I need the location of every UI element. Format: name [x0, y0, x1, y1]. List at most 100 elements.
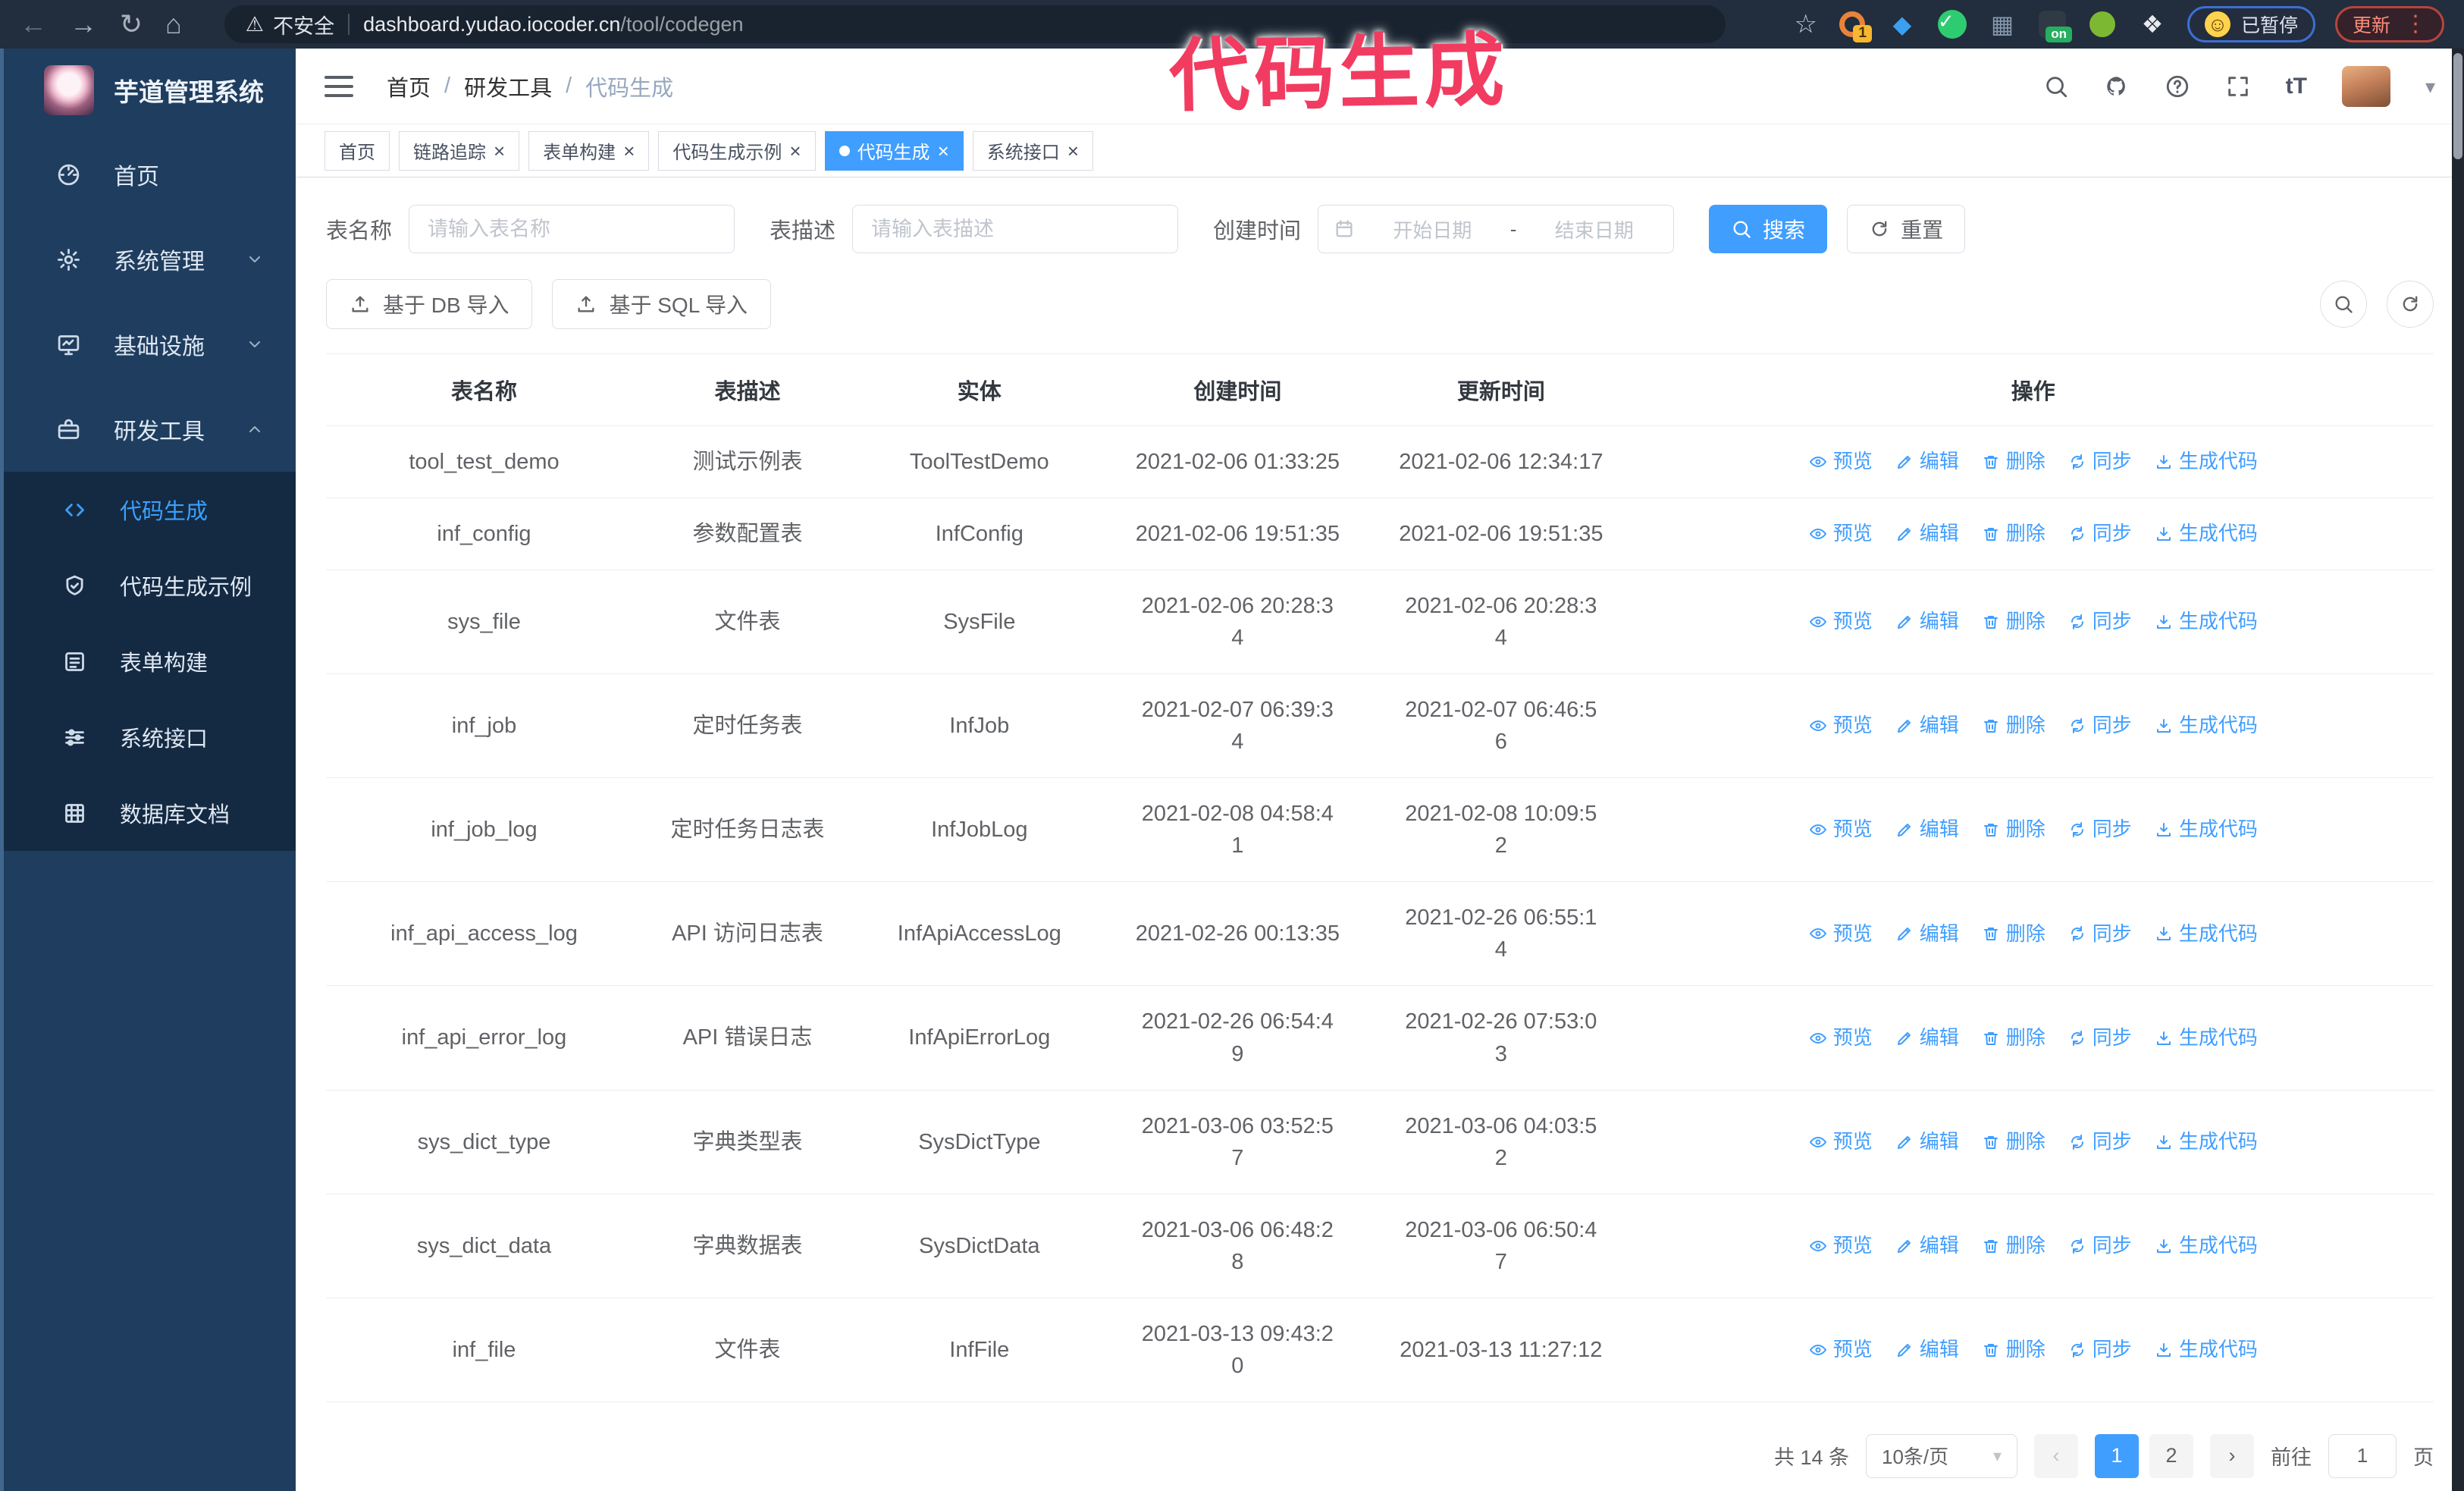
close-icon[interactable]: ×	[623, 141, 635, 161]
page-size-select[interactable]: 10条/页 ▾	[1866, 1433, 2017, 1478]
action-预览[interactable]: 预览	[1809, 1024, 1873, 1053]
sidebar-item-研发工具[interactable]: 研发工具	[0, 387, 296, 472]
action-编辑[interactable]: 编辑	[1895, 519, 1959, 548]
action-同步[interactable]: 同步	[2068, 1232, 2132, 1260]
action-删除[interactable]: 删除	[1982, 1128, 2045, 1157]
action-删除[interactable]: 删除	[1982, 1232, 2045, 1260]
action-预览[interactable]: 预览	[1809, 711, 1873, 740]
action-编辑[interactable]: 编辑	[1895, 447, 1959, 476]
action-生成代码[interactable]: 生成代码	[2155, 711, 2258, 740]
close-icon[interactable]: ×	[494, 141, 505, 161]
tab-首页[interactable]: 首页	[324, 130, 390, 171]
action-生成代码[interactable]: 生成代码	[2155, 1024, 2258, 1053]
page-button-1[interactable]: 1	[2095, 1433, 2139, 1478]
action-编辑[interactable]: 编辑	[1895, 1336, 1959, 1364]
import-sql-button[interactable]: 基于 SQL 导入	[552, 279, 772, 329]
action-生成代码[interactable]: 生成代码	[2155, 815, 2258, 844]
extension-green-icon[interactable]	[2087, 9, 2118, 39]
action-同步[interactable]: 同步	[2068, 1336, 2132, 1364]
profile-paused-chip[interactable]: ☺ 已暂停	[2187, 6, 2315, 42]
browser-back-icon[interactable]: ←	[20, 11, 47, 38]
action-编辑[interactable]: 编辑	[1895, 1024, 1959, 1053]
action-同步[interactable]: 同步	[2068, 920, 2132, 949]
tab-系统接口[interactable]: 系统接口 ×	[972, 130, 1093, 171]
app-logo[interactable]: 芋道管理系统	[0, 49, 296, 132]
action-删除[interactable]: 删除	[1982, 519, 2045, 548]
bookmark-star-icon[interactable]: ☆	[1794, 11, 1817, 37]
next-page-button[interactable]: ›	[2210, 1433, 2254, 1478]
action-生成代码[interactable]: 生成代码	[2155, 447, 2258, 476]
close-icon[interactable]: ×	[789, 141, 801, 161]
action-生成代码[interactable]: 生成代码	[2155, 607, 2258, 636]
extension-orange-icon[interactable]: 1	[1837, 9, 1872, 42]
sidebar-item-代码生成示例[interactable]: 代码生成示例	[0, 548, 296, 623]
action-删除[interactable]: 删除	[1982, 1336, 2045, 1364]
browser-menu-icon[interactable]: ⋮	[2404, 13, 2427, 36]
action-预览[interactable]: 预览	[1809, 1336, 1873, 1364]
action-生成代码[interactable]: 生成代码	[2155, 1232, 2258, 1260]
action-生成代码[interactable]: 生成代码	[2155, 519, 2258, 548]
extension-grid-icon[interactable]: ▦	[1987, 9, 2017, 39]
action-编辑[interactable]: 编辑	[1895, 920, 1959, 949]
action-删除[interactable]: 删除	[1982, 607, 2045, 636]
action-删除[interactable]: 删除	[1982, 920, 2045, 949]
sidebar-item-系统管理[interactable]: 系统管理	[0, 217, 296, 302]
search-icon[interactable]	[2043, 74, 2069, 99]
action-预览[interactable]: 预览	[1809, 607, 1873, 636]
action-同步[interactable]: 同步	[2068, 607, 2132, 636]
reset-button[interactable]: 重置	[1847, 205, 1966, 253]
menu-toggle-icon[interactable]	[324, 74, 353, 99]
fullscreen-icon[interactable]	[2225, 74, 2251, 99]
action-同步[interactable]: 同步	[2068, 1128, 2132, 1157]
tab-代码生成[interactable]: 代码生成 ×	[824, 130, 964, 171]
font-size-icon[interactable]: tT	[2286, 74, 2307, 99]
action-同步[interactable]: 同步	[2068, 1024, 2132, 1053]
extension-gem-icon[interactable]: ◆	[1887, 9, 1917, 39]
tab-链路追踪[interactable]: 链路追踪 ×	[399, 130, 520, 171]
browser-reload-icon[interactable]: ↻	[120, 11, 143, 38]
breadcrumb-tools[interactable]: 研发工具	[464, 71, 552, 102]
sidebar-item-系统接口[interactable]: 系统接口	[0, 699, 296, 775]
action-编辑[interactable]: 编辑	[1895, 815, 1959, 844]
sidebar-item-代码生成[interactable]: 代码生成	[0, 472, 296, 548]
action-同步[interactable]: 同步	[2068, 447, 2132, 476]
extensions-puzzle-icon[interactable]: ❖	[2137, 9, 2168, 39]
action-同步[interactable]: 同步	[2068, 711, 2132, 740]
action-删除[interactable]: 删除	[1982, 815, 2045, 844]
action-预览[interactable]: 预览	[1809, 519, 1873, 548]
toggle-search-button[interactable]	[2320, 281, 2367, 328]
browser-update-button[interactable]: 更新 ⋮	[2334, 6, 2444, 42]
table-name-input[interactable]	[409, 205, 735, 253]
page-scrollbar[interactable]	[2452, 49, 2464, 1491]
extension-dark-icon[interactable]: on	[2037, 9, 2072, 42]
scrollbar-thumb[interactable]	[2453, 53, 2462, 159]
github-icon[interactable]	[2104, 74, 2130, 99]
action-编辑[interactable]: 编辑	[1895, 1232, 1959, 1260]
refresh-table-button[interactable]	[2387, 281, 2434, 328]
action-预览[interactable]: 预览	[1809, 920, 1873, 949]
action-预览[interactable]: 预览	[1809, 815, 1873, 844]
help-icon[interactable]	[2165, 74, 2190, 99]
sidebar-item-基础设施[interactable]: 基础设施	[0, 302, 296, 387]
action-删除[interactable]: 删除	[1982, 447, 2045, 476]
close-icon[interactable]: ×	[1067, 141, 1079, 161]
sidebar-item-数据库文档[interactable]: 数据库文档	[0, 775, 296, 851]
action-删除[interactable]: 删除	[1982, 1024, 2045, 1053]
user-avatar[interactable]	[2341, 65, 2390, 107]
action-预览[interactable]: 预览	[1809, 447, 1873, 476]
browser-home-icon[interactable]: ⌂	[165, 11, 182, 38]
action-生成代码[interactable]: 生成代码	[2155, 1336, 2258, 1364]
browser-forward-icon[interactable]: →	[70, 11, 97, 38]
action-同步[interactable]: 同步	[2068, 519, 2132, 548]
import-db-button[interactable]: 基于 DB 导入	[326, 279, 533, 329]
sidebar-item-首页[interactable]: 首页	[0, 132, 296, 217]
action-预览[interactable]: 预览	[1809, 1128, 1873, 1157]
chevron-down-icon[interactable]: ▾	[2425, 77, 2435, 96]
breadcrumb-home[interactable]: 首页	[387, 71, 431, 102]
prev-page-button[interactable]: ‹	[2034, 1433, 2078, 1478]
action-删除[interactable]: 删除	[1982, 711, 2045, 740]
action-同步[interactable]: 同步	[2068, 815, 2132, 844]
action-预览[interactable]: 预览	[1809, 1232, 1873, 1260]
action-生成代码[interactable]: 生成代码	[2155, 920, 2258, 949]
goto-page-input[interactable]	[2328, 1433, 2397, 1478]
